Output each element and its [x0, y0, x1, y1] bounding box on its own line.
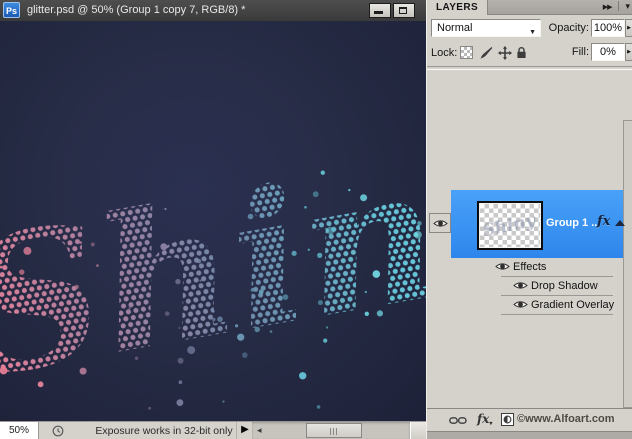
add-layer-style-icon[interactable]: fx▾ [477, 412, 492, 427]
glitter-text: Shiny [0, 102, 426, 419]
scroll-left-icon[interactable]: ◂ [257, 426, 262, 435]
lock-pixels-brush-icon[interactable] [479, 46, 493, 60]
effects-header-row[interactable]: Effects [427, 258, 623, 277]
minimize-button[interactable] [369, 3, 391, 18]
restore-icon [399, 7, 407, 14]
blend-options-row: Normal ▼ Opacity: 100% ▶ [427, 19, 632, 39]
photoshop-file-icon: Ps [3, 2, 20, 18]
copyright-mark: © [517, 413, 525, 425]
layer-fx-badge[interactable]: fx [597, 214, 610, 229]
restore-button[interactable] [393, 3, 415, 18]
panel-vertical-scrollbar[interactable] [623, 120, 632, 408]
opacity-field[interactable]: 100% [591, 19, 625, 37]
scrollbar-thumb[interactable] [306, 423, 362, 438]
layers-list: Shiny Group 1 ... fx Effects [427, 68, 632, 408]
zoom-level-field[interactable]: 50% [0, 422, 39, 439]
collapse-effects-icon[interactable] [615, 220, 625, 226]
lock-transparency-icon[interactable] [460, 46, 473, 59]
thumb-grip-icon [330, 428, 338, 435]
lock-all-padlock-icon[interactable] [516, 46, 527, 59]
status-flyout-button[interactable]: ▶ [236, 422, 253, 439]
tab-layers[interactable]: LAYERS [427, 0, 488, 15]
layers-panel-bottom-bar: fx▾ ©www.Alfoart.com [427, 408, 632, 431]
watermark: ©www.Alfoart.com [517, 413, 615, 425]
status-message: Exposure works in 32-bit only [84, 425, 244, 437]
minimize-icon [374, 11, 383, 14]
document-title: glitter.psd @ 50% (Group 1 copy 7, RGB/8… [27, 4, 245, 16]
svg-text:Shiny: Shiny [481, 210, 538, 241]
fill-field[interactable]: 0% [591, 43, 625, 61]
window-resize-corner[interactable] [410, 422, 426, 439]
eye-icon[interactable] [513, 299, 528, 310]
layer-row-group1[interactable]: Shiny Group 1 ... fx [427, 190, 623, 258]
lock-label: Lock: [431, 47, 457, 59]
thumbnail-preview: Shiny [480, 204, 538, 245]
layers-panel-header: LAYERS ▶▶ ▾ [427, 0, 632, 15]
layers-panel: LAYERS ▶▶▾ Normal ▼ Opacity: 100% ▶ Lock… [426, 0, 632, 439]
effect-row-drop-shadow[interactable]: Drop Shadow [427, 277, 623, 296]
eye-icon[interactable] [495, 261, 510, 272]
blend-mode-value: Normal [437, 22, 472, 34]
opacity-spinner-icon[interactable]: ▶ [625, 19, 632, 37]
collapse-panel-icon[interactable]: ▶▶ [603, 4, 612, 11]
layer-thumbnail[interactable]: Shiny [477, 201, 543, 250]
lock-position-move-icon[interactable] [498, 46, 512, 60]
panel-header-icons: ▶▶ ▾ [603, 1, 630, 12]
horizontal-scrollbar[interactable]: ◂ [252, 422, 410, 439]
photoshop-workspace: Ps glitter.psd @ 50% (Group 1 copy 7, RG… [0, 0, 632, 439]
glitter-artwork: Shiny [0, 21, 426, 421]
layer-name[interactable]: Group 1 ... [546, 217, 600, 229]
effects-header-label: Effects [513, 261, 546, 273]
effect-label: Gradient Overlay [531, 299, 614, 311]
eye-icon[interactable] [513, 280, 528, 291]
document-status-bar: 50% Exposure works in 32-bit only ▶ ◂ [0, 421, 426, 439]
canvas-area[interactable]: Shiny [0, 21, 426, 421]
layer-selected-highlight[interactable]: Shiny Group 1 ... fx [451, 190, 623, 258]
fill-label: Fill: [529, 46, 589, 58]
blend-mode-dropdown[interactable]: Normal ▼ [431, 19, 541, 37]
document-window: Ps glitter.psd @ 50% (Group 1 copy 7, RG… [0, 0, 426, 439]
eye-icon [433, 218, 448, 229]
layer-visibility-cell[interactable] [429, 213, 451, 233]
link-layers-icon[interactable] [449, 416, 467, 425]
document-title-bar: Ps glitter.psd @ 50% (Group 1 copy 7, RG… [0, 0, 426, 22]
effect-label: Drop Shadow [531, 280, 598, 292]
new-adjustment-layer-icon[interactable] [501, 413, 514, 426]
panel-footer-strip [427, 431, 632, 439]
panel-menu-icon[interactable]: ▾ [618, 1, 630, 11]
clock-icon [52, 425, 64, 437]
fill-spinner-icon[interactable]: ▶ [625, 43, 632, 61]
opacity-label: Opacity: [529, 22, 589, 34]
lock-options-row: Lock: Fill: 0% ▶ [427, 42, 632, 64]
effect-row-gradient-overlay[interactable]: Gradient Overlay [427, 296, 623, 315]
